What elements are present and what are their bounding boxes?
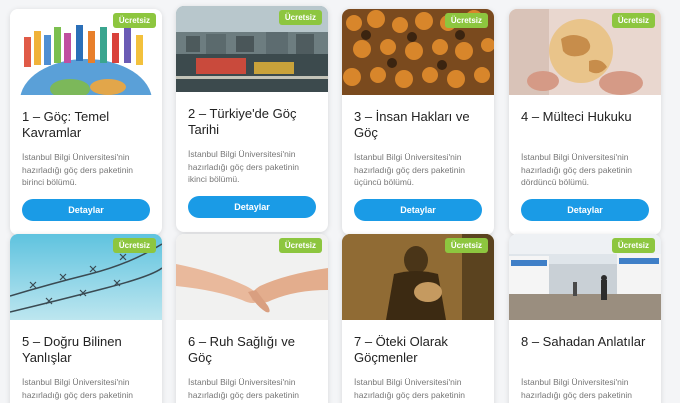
card-description: İstanbul Bilgi Üniversitesi'nin hazırlad…: [22, 152, 134, 187]
course-card-8[interactable]: Ücretsiz 8 – Sahadan Anlatılar İstanbul …: [509, 234, 661, 403]
card-description: İstanbul Bilgi Üniversitesi'nin hazırlad…: [354, 152, 466, 187]
card-title[interactable]: 7 – Öteki Olarak Göçmenler: [342, 334, 494, 368]
card-description: İstanbul Bilgi Üniversitesi'nin hazırlad…: [188, 149, 300, 184]
course-card-4[interactable]: Ücretsiz 4 – Mülteci Hukuku İstanbul Bil…: [509, 9, 661, 235]
card-title[interactable]: 8 – Sahadan Anlatılar: [509, 334, 661, 368]
free-badge: Ücretsiz: [444, 238, 488, 253]
details-button[interactable]: Detaylar: [354, 199, 482, 221]
card-image-barbed-wire[interactable]: Ücretsiz: [10, 234, 162, 320]
course-card-6[interactable]: Ücretsiz 6 – Ruh Sağlığı ve Göç İstanbul…: [176, 234, 328, 403]
card-image-city-street[interactable]: Ücretsiz: [176, 6, 328, 92]
free-badge: Ücretsiz: [611, 238, 655, 253]
card-title[interactable]: 6 – Ruh Sağlığı ve Göç: [176, 334, 328, 368]
card-image-child-globe[interactable]: Ücretsiz: [509, 9, 661, 95]
course-card-7[interactable]: Ücretsiz 7 – Öteki Olarak Göçmenler İsta…: [342, 234, 494, 403]
card-image-globe-people[interactable]: Ücretsiz: [10, 9, 162, 95]
details-button[interactable]: Detaylar: [188, 196, 316, 218]
card-image-crowd[interactable]: Ücretsiz: [342, 9, 494, 95]
details-button[interactable]: Detaylar: [22, 199, 150, 221]
course-card-2[interactable]: Ücretsiz 2 – Türkiye'de Göç Tarihi İstan…: [176, 6, 328, 232]
details-button[interactable]: Detaylar: [521, 199, 649, 221]
card-description: İstanbul Bilgi Üniversitesi'nin hazırlad…: [188, 377, 300, 403]
free-badge: Ücretsiz: [278, 238, 322, 253]
card-image-mother-child[interactable]: Ücretsiz: [342, 234, 494, 320]
free-badge: Ücretsiz: [611, 13, 655, 28]
free-badge: Ücretsiz: [112, 13, 156, 28]
free-badge: Ücretsiz: [444, 13, 488, 28]
card-description: İstanbul Bilgi Üniversitesi'nin hazırlad…: [521, 152, 633, 187]
card-title[interactable]: 5 – Doğru Bilinen Yanlışlar: [10, 334, 162, 368]
course-card-3[interactable]: Ücretsiz 3 – İnsan Hakları ve Göç İstanb…: [342, 9, 494, 235]
card-title[interactable]: 4 – Mülteci Hukuku: [509, 109, 661, 143]
free-badge: Ücretsiz: [278, 10, 322, 25]
card-description: İstanbul Bilgi Üniversitesi'nin hazırlad…: [354, 377, 466, 403]
card-description: İstanbul Bilgi Üniversitesi'nin hazırlad…: [22, 377, 134, 403]
card-description: İstanbul Bilgi Üniversitesi'nin hazırlad…: [521, 377, 633, 403]
course-card-5[interactable]: Ücretsiz 5 – Doğru Bilinen Yanlışlar İst…: [10, 234, 162, 403]
course-card-1[interactable]: Ücretsiz 1 – Göç: Temel Kavramlar İstanb…: [10, 9, 162, 235]
card-title[interactable]: 3 – İnsan Hakları ve Göç: [342, 109, 494, 143]
card-title[interactable]: 2 – Türkiye'de Göç Tarihi: [176, 106, 328, 140]
card-image-camp[interactable]: Ücretsiz: [509, 234, 661, 320]
free-badge: Ücretsiz: [112, 238, 156, 253]
card-image-holding-hands[interactable]: Ücretsiz: [176, 234, 328, 320]
card-title[interactable]: 1 – Göç: Temel Kavramlar: [10, 109, 162, 143]
